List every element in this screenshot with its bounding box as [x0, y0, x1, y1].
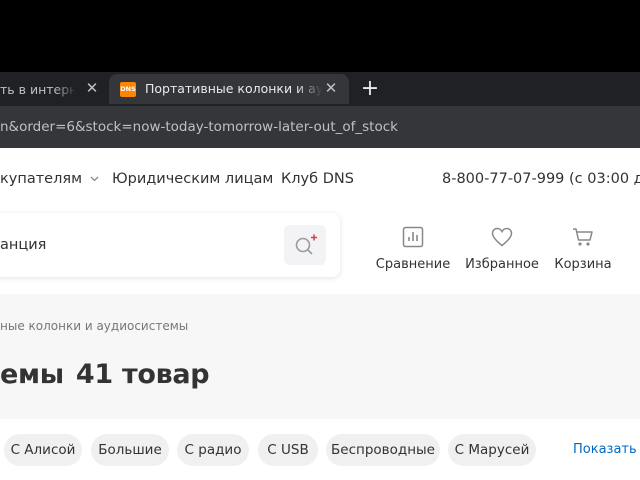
search-box[interactable]: анция [0, 213, 340, 277]
search-input[interactable]: анция [0, 237, 46, 253]
address-bar[interactable]: n&order=6&stock=now-today-tomorrow-later… [0, 106, 640, 148]
show-all-link[interactable]: Показать е [573, 442, 640, 457]
nav-dns-club-link[interactable]: Клуб DNS [281, 171, 354, 187]
nav-legal-entities-link[interactable]: Юридическим лицам [112, 171, 273, 187]
top-nav: купателям Юридическим лицам Клуб DNS 8-8… [0, 148, 640, 213]
search-button[interactable] [284, 225, 326, 265]
favorites-button[interactable]: Избранное [462, 224, 542, 272]
cart-label: Корзина [554, 257, 612, 272]
catalog-content: ные колонки и аудиосистемы емы 41 товар С… [0, 294, 640, 480]
chevron-down-icon [90, 176, 99, 182]
filter-chip-alisa[interactable]: С Алисой [4, 434, 82, 466]
web-page: купателям Юридическим лицам Клуб DNS 8-8… [0, 148, 640, 480]
favorites-label: Избранное [465, 257, 539, 272]
browser-tab-active[interactable]: DNS Портативные колонки и аудиосистемы ✕ [109, 74, 349, 104]
breadcrumb[interactable]: ные колонки и аудиосистемы [0, 319, 188, 333]
url-text[interactable]: n&order=6&stock=now-today-tomorrow-later… [0, 119, 398, 135]
cart-icon [573, 228, 593, 246]
page-title-text: емы [0, 359, 64, 390]
page-title: емы 41 товар [0, 359, 210, 390]
filter-chip-wireless[interactable]: Беспроводные [326, 434, 440, 466]
compare-label: Сравнение [375, 257, 451, 272]
filter-chip-large[interactable]: Большие [91, 434, 169, 466]
new-tab-button[interactable]: + [359, 78, 381, 100]
heart-icon [491, 227, 513, 247]
compare-button[interactable]: Сравнение [373, 224, 453, 272]
browser-tab-inactive[interactable]: ть в интернет ✕ [0, 74, 108, 104]
nav-customers-link[interactable]: купателям [0, 171, 99, 187]
compare-icon [402, 226, 424, 248]
product-count: 41 товар [75, 359, 210, 390]
filter-chip-usb[interactable]: С USB [258, 434, 318, 466]
dns-favicon-icon: DNS [120, 82, 136, 97]
close-tab-icon[interactable]: ✕ [323, 80, 339, 96]
phone-number[interactable]: 8-800-77-07-999 (с 03:00 до [442, 171, 640, 187]
search-icon [295, 234, 317, 255]
cart-button[interactable]: Корзина [543, 224, 623, 272]
filter-chip-marusya[interactable]: С Марусей [448, 434, 536, 466]
close-tab-icon[interactable]: ✕ [84, 80, 100, 96]
filter-chip-radio[interactable]: С радио [177, 434, 249, 466]
